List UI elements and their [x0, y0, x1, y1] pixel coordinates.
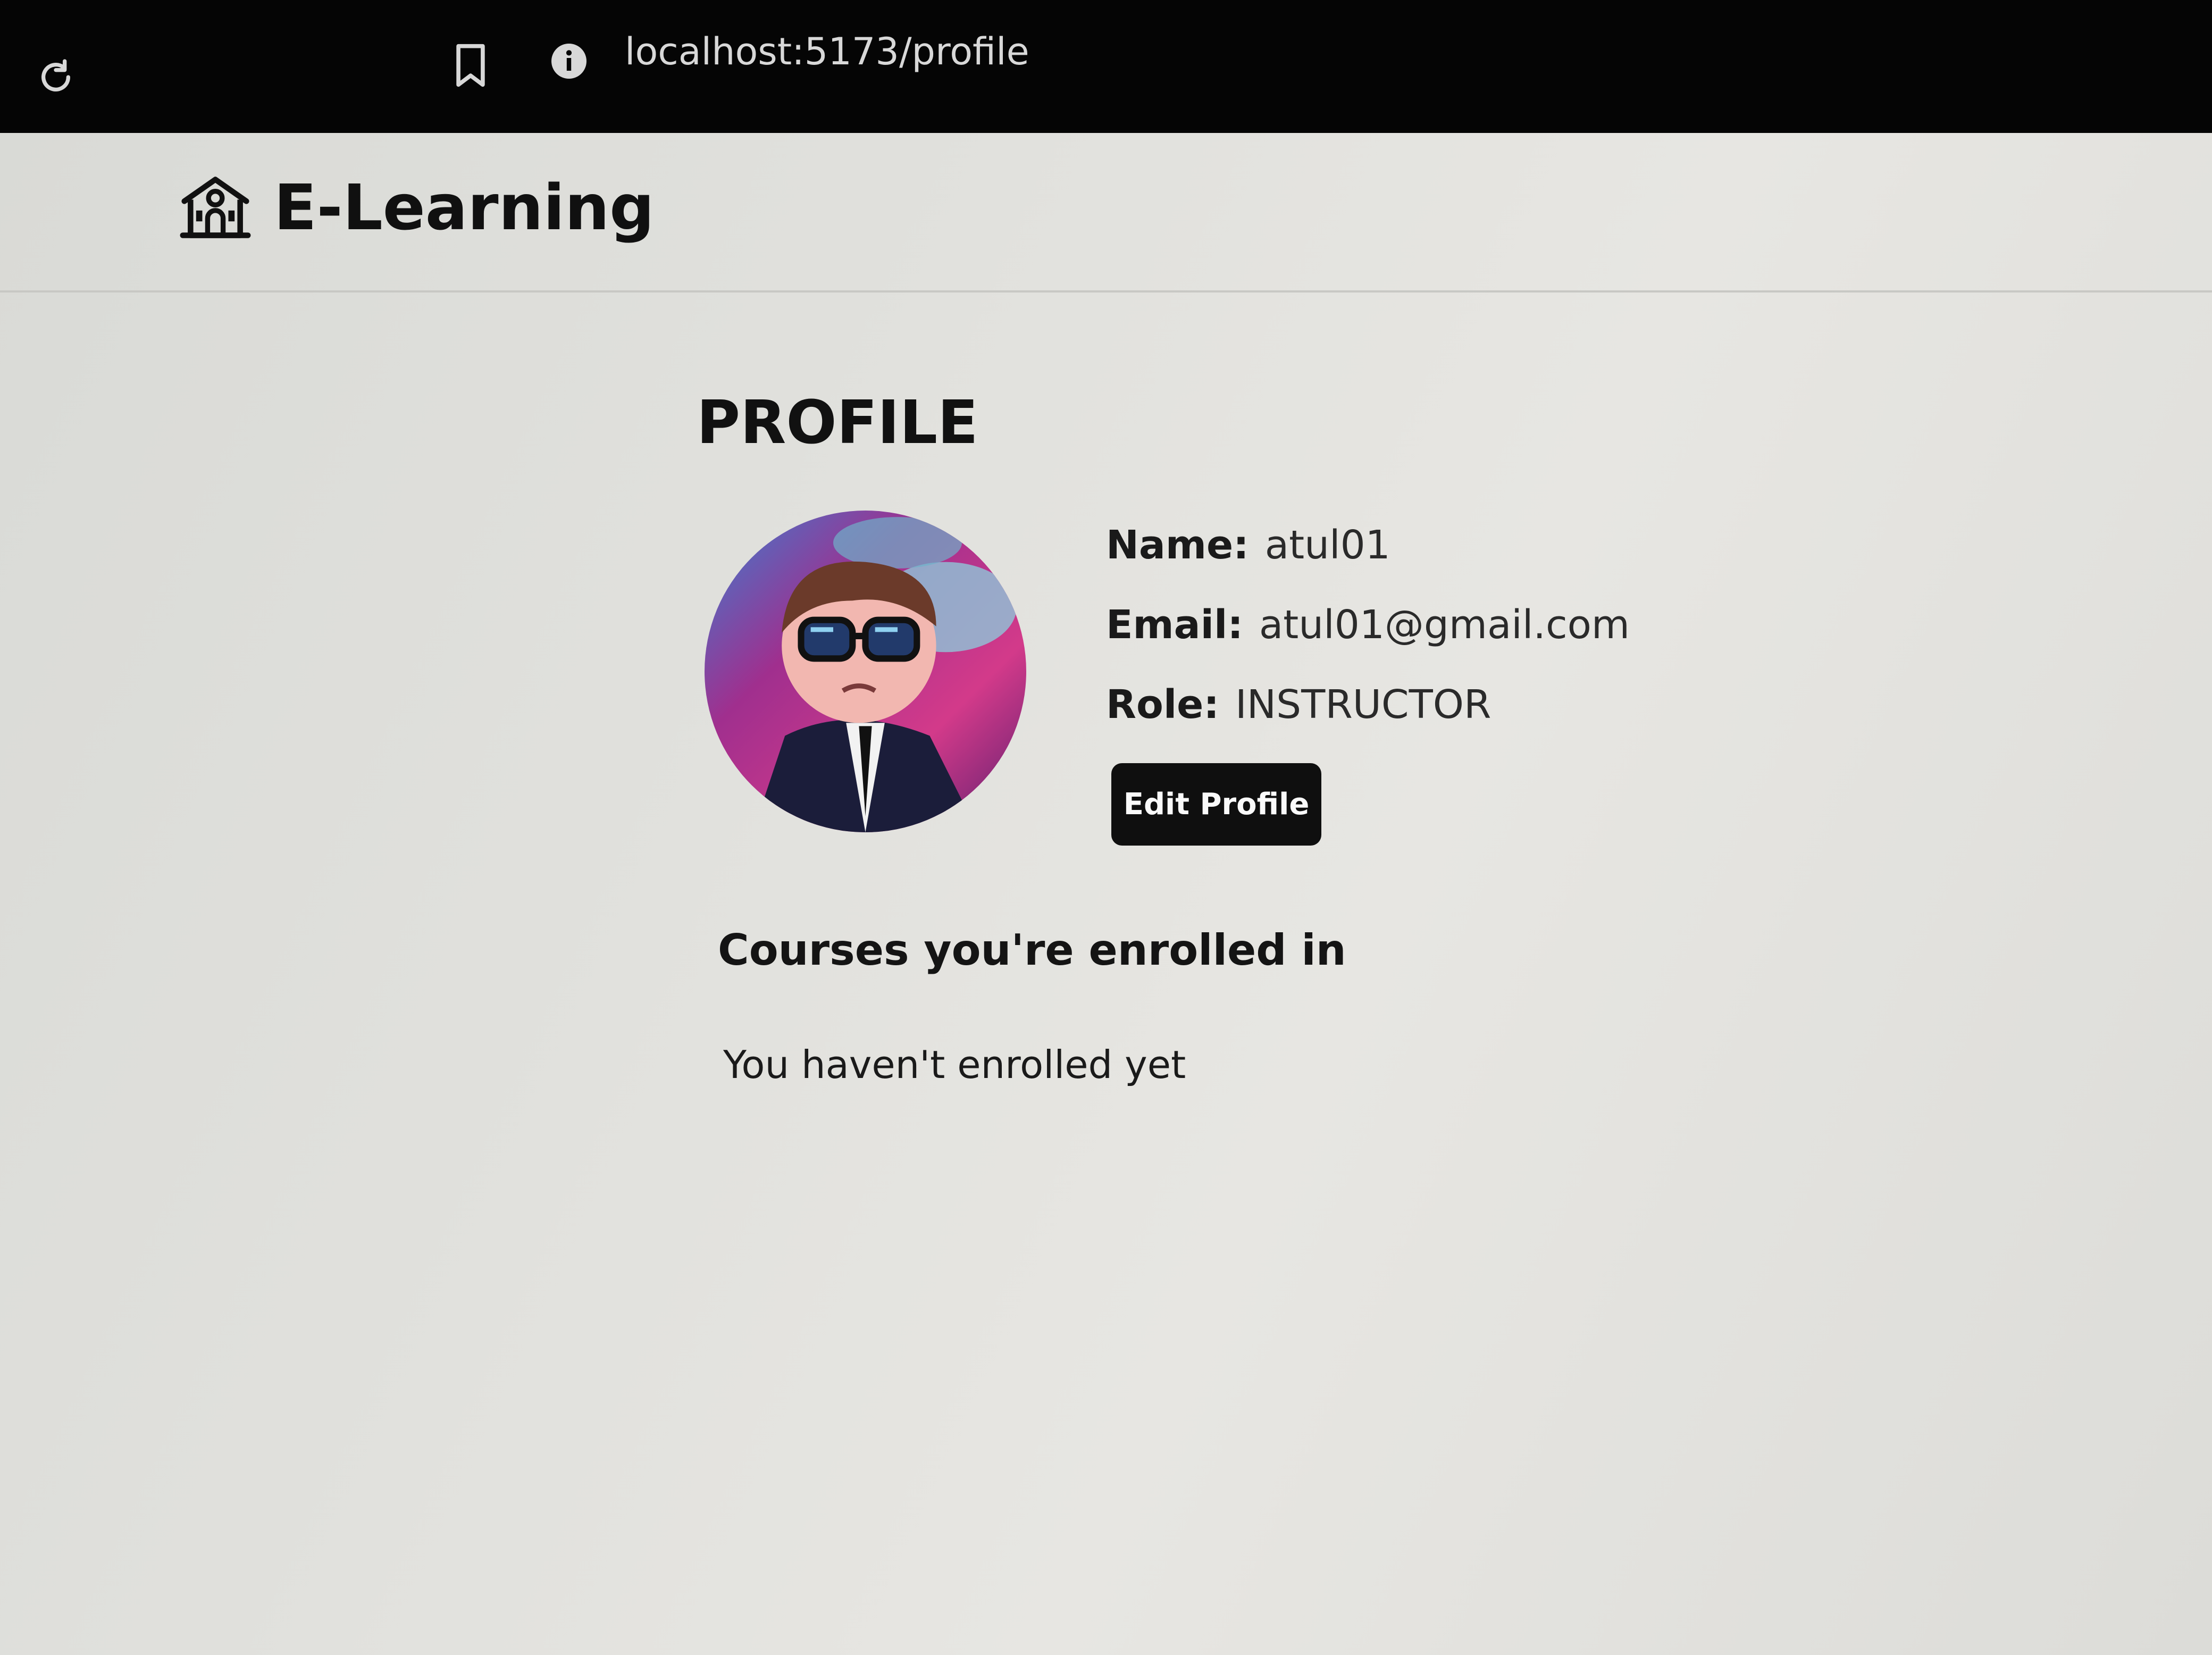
- profile-page: E-Learning PROFILE Name: atul01 Email: a…: [0, 133, 2212, 1655]
- role-row: Role: INSTRUCTOR: [1106, 665, 1850, 745]
- avatar: [705, 511, 1026, 832]
- courses-empty-message: You haven't enrolled yet: [723, 1042, 1186, 1087]
- role-value: INSTRUCTOR: [1235, 682, 1492, 728]
- email-row: Email: atul01@gmail.com: [1106, 585, 1850, 665]
- brand-name: E-Learning: [274, 171, 655, 244]
- address-bar[interactable]: localhost:5173/profile: [625, 28, 1029, 76]
- profile-details: Name: atul01 Email: atul01@gmail.com Rol…: [1106, 505, 1850, 745]
- cartoon-character-avatar: [705, 511, 1026, 832]
- name-value: atul01: [1264, 522, 1390, 568]
- browser-toolbar: localhost:5173/profile: [0, 0, 2212, 133]
- info-icon[interactable]: [548, 40, 590, 82]
- reload-icon[interactable]: [32, 53, 80, 101]
- name-row: Name: atul01: [1106, 505, 1850, 585]
- email-label: Email:: [1106, 602, 1243, 648]
- brand-link[interactable]: E-Learning: [178, 170, 655, 245]
- role-label: Role:: [1106, 682, 1219, 728]
- school-building-icon: [180, 177, 251, 238]
- navbar: E-Learning: [0, 133, 2212, 292]
- edit-profile-button[interactable]: Edit Profile: [1111, 763, 1321, 846]
- page-title: PROFILE: [697, 388, 978, 457]
- courses-heading: Courses you're enrolled in: [718, 925, 1346, 975]
- email-value: atul01@gmail.com: [1259, 602, 1630, 648]
- bookmark-icon[interactable]: [449, 41, 492, 89]
- name-label: Name:: [1106, 522, 1249, 568]
